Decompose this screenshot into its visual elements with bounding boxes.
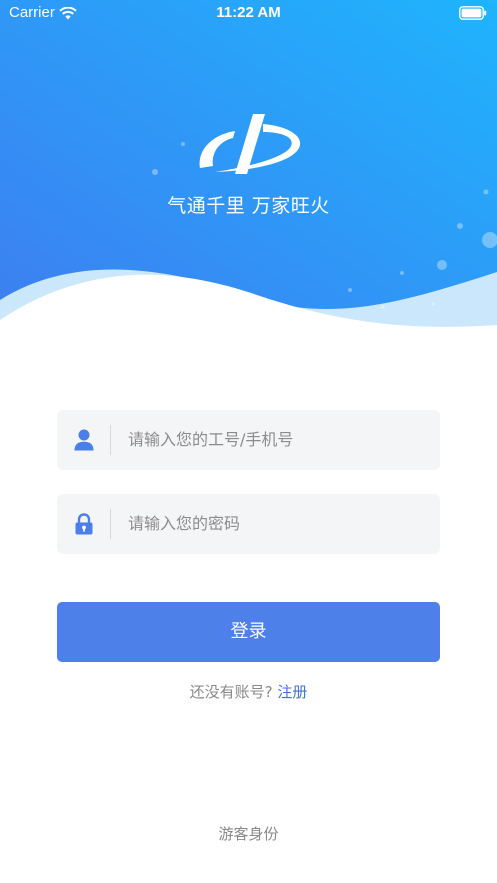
- battery-icon: [459, 5, 487, 24]
- username-input[interactable]: 请输入您的工号/手机号: [128, 410, 293, 470]
- username-field[interactable]: 请输入您的工号/手机号: [57, 410, 440, 470]
- register-prompt-text: 还没有账号?: [189, 683, 273, 701]
- hero-banner: Carrier 11:22 AM 气通千里 万家旺火: [0, 0, 497, 340]
- field-divider: [110, 509, 111, 539]
- password-input[interactable]: 请输入您的密码: [128, 494, 240, 554]
- field-divider: [110, 425, 111, 455]
- status-bar: Carrier 11:22 AM: [0, 0, 497, 28]
- brand-logo: [195, 112, 305, 180]
- user-icon: [74, 429, 94, 455]
- guest-login-link[interactable]: 游客身份: [0, 823, 497, 844]
- register-link[interactable]: 注册: [277, 683, 307, 701]
- lock-icon: [74, 513, 94, 539]
- password-field[interactable]: 请输入您的密码: [57, 494, 440, 554]
- clock-time: 11:22 AM: [216, 4, 281, 21]
- register-prompt: 还没有账号? 注册: [0, 681, 497, 702]
- brand-slogan: 气通千里 万家旺火: [167, 195, 330, 217]
- login-button[interactable]: 登录: [57, 602, 440, 662]
